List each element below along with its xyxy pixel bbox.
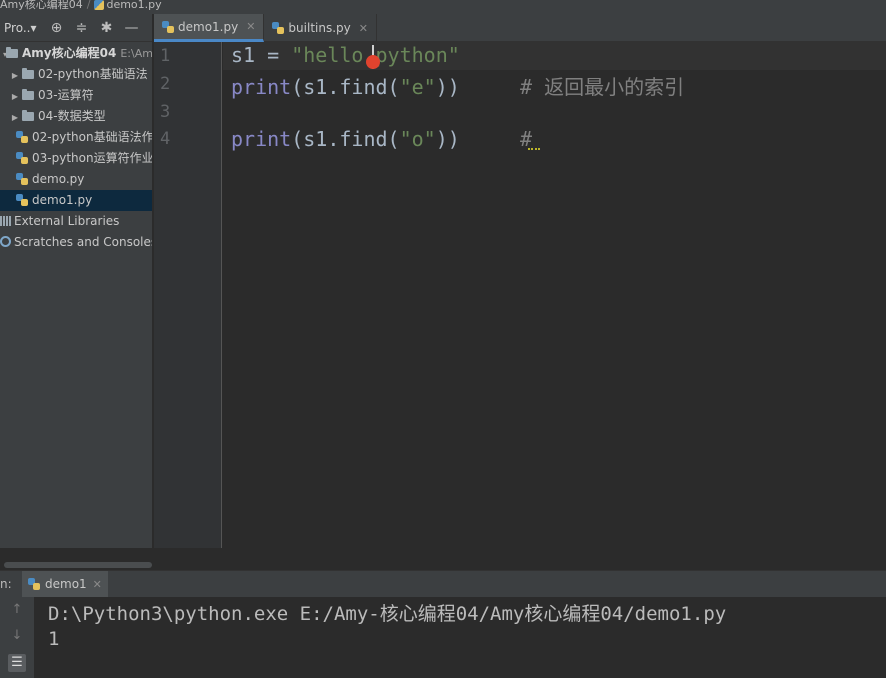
tree-file-demo[interactable]: demo.py [0,169,152,190]
tree-folder-03[interactable]: ▶ 03-运算符 [0,85,152,106]
console-output-line: D:\Python3\python.exe E:/Amy-核心编程04/Amy核… [48,603,727,625]
tree-external-libraries[interactable]: External Libraries [0,211,152,232]
close-icon[interactable]: ✕ [246,20,255,33]
python-file-icon [94,0,105,10]
line-number: 1 [160,46,171,66]
tree-folder-04[interactable]: ▶ 04-数据类型 [0,106,152,127]
editor-tabs: demo1.py ✕ builtins.py ✕ [154,14,886,42]
tree-item-label: 03-python运算符作业 [32,151,152,165]
tab-label: demo1.py [178,19,239,34]
tab-label: builtins.py [288,21,351,35]
line-gutter[interactable]: 1 2 3 4 [154,42,222,548]
chevron-right-icon[interactable]: ▶ [10,107,20,127]
tree-item-label: 04-数据类型 [38,109,106,123]
tree-item-label: demo.py [32,172,85,186]
folder-icon [6,47,18,58]
mouse-pointer-indicator [366,55,380,69]
code-line-1[interactable]: s1 = "hello python" [231,43,460,67]
builtin-keyword: print [231,127,292,151]
tree-file-demo1[interactable]: demo1.py [0,190,152,211]
project-view-selector[interactable]: Pro..▾ [0,21,44,35]
minimize-icon[interactable]: — [119,14,144,42]
tree-item-label: Scratches and Consoles [14,235,152,249]
python-file-icon [16,152,28,164]
run-tool-window-header: n: demo1 ✕ [0,570,886,598]
arrow-up-icon[interactable]: ↑ [8,601,26,619]
folder-icon [22,110,34,121]
tree-item-label: demo1.py [32,193,93,207]
breadcrumb: Amy核心编程04/demo1.py [0,0,886,14]
code-text: (s1.find( [291,75,400,99]
crosshair-icon[interactable]: ⊕ [44,14,69,42]
tree-item-label: 02-python基础语法作业 [32,130,152,144]
scratches-icon [0,236,11,247]
string-literal: "o" [399,127,436,151]
collapse-icon[interactable]: ≑ [69,14,94,42]
horizontal-scrollbar[interactable] [0,548,886,570]
tree-item-label: External Libraries [14,214,120,228]
python-file-icon [162,20,174,33]
chevron-right-icon[interactable]: ▶ [10,65,20,85]
python-file-icon [272,22,285,34]
run-toolbar: ↑ ↓ ☰ [0,597,34,678]
tree-file-03-homework[interactable]: 03-python运算符作业 [0,148,152,169]
library-icon [0,216,11,226]
tree-scratches[interactable]: Scratches and Consoles [0,232,152,253]
project-toolbar: Pro..▾ ⊕ ≑ ✱ — [0,14,152,42]
tree-folder-02[interactable]: ▶ 02-python基础语法 [0,64,152,85]
run-tab-demo1[interactable]: demo1 ✕ [22,570,108,598]
root-name: Amy核心编程04 [22,46,117,60]
tree-file-02-homework[interactable]: 02-python基础语法作业 [0,127,152,148]
line-number: 3 [160,102,171,122]
python-file-icon [16,131,28,143]
code-text: (s1.find( [291,127,400,151]
python-file-icon [16,173,28,185]
close-icon[interactable]: ✕ [359,22,368,35]
console-output-line: 1 [48,628,60,650]
tree-item-label: 02-python基础语法 [38,67,148,81]
tab-demo1[interactable]: demo1.py ✕ [154,14,265,42]
code-text: s1 = [231,43,292,67]
run-label: n: [0,577,12,591]
line-number: 4 [160,129,171,149]
run-console[interactable]: D:\Python3\python.exe E:/Amy-核心编程04/Amy核… [34,597,886,678]
breadcrumb-project[interactable]: Amy核心编程04 [0,0,83,11]
code-line-4[interactable]: print(s1.find("o")) # [231,127,532,151]
string-literal: "e" [399,75,436,99]
breadcrumb-file[interactable]: demo1.py [106,0,161,11]
close-icon[interactable]: ✕ [93,578,102,591]
tree-root[interactable]: ▾Amy核心编程04E:\Amy- [0,43,152,64]
folder-icon [22,68,34,79]
project-tree: ▾Amy核心编程04E:\Amy- ▶ 02-python基础语法 ▶ 03-运算符… [0,42,152,253]
code-editor[interactable]: s1 = "hello python" print(s1.find("e")) … [223,42,886,548]
code-comment: # 返回最小的索引 [520,75,685,99]
python-file-icon [28,578,40,590]
root-path: E:\Amy- [120,47,152,60]
scrollbar-thumb[interactable] [4,562,152,568]
python-file-icon [16,194,28,206]
code-text: )) [435,127,460,151]
soft-wrap-icon[interactable]: ☰ [8,654,26,672]
warning-underline [528,146,540,150]
project-panel: Pro..▾ ⊕ ≑ ✱ — ▾Amy核心编程04E:\Amy- ▶ 02-pyt… [0,14,153,570]
line-number: 2 [160,74,171,94]
chevron-right-icon[interactable]: ▶ [10,86,20,106]
tab-builtins[interactable]: builtins.py ✕ [264,14,377,42]
code-line-2[interactable]: print(s1.find("e")) # 返回最小的索引 [231,71,684,100]
builtin-keyword: print [231,75,292,99]
tree-item-label: 03-运算符 [38,88,94,102]
code-text: )) [435,75,460,99]
gear-icon[interactable]: ✱ [94,14,119,42]
arrow-down-icon[interactable]: ↓ [8,627,26,645]
run-tab-label: demo1 [45,577,87,591]
folder-icon [22,89,34,100]
